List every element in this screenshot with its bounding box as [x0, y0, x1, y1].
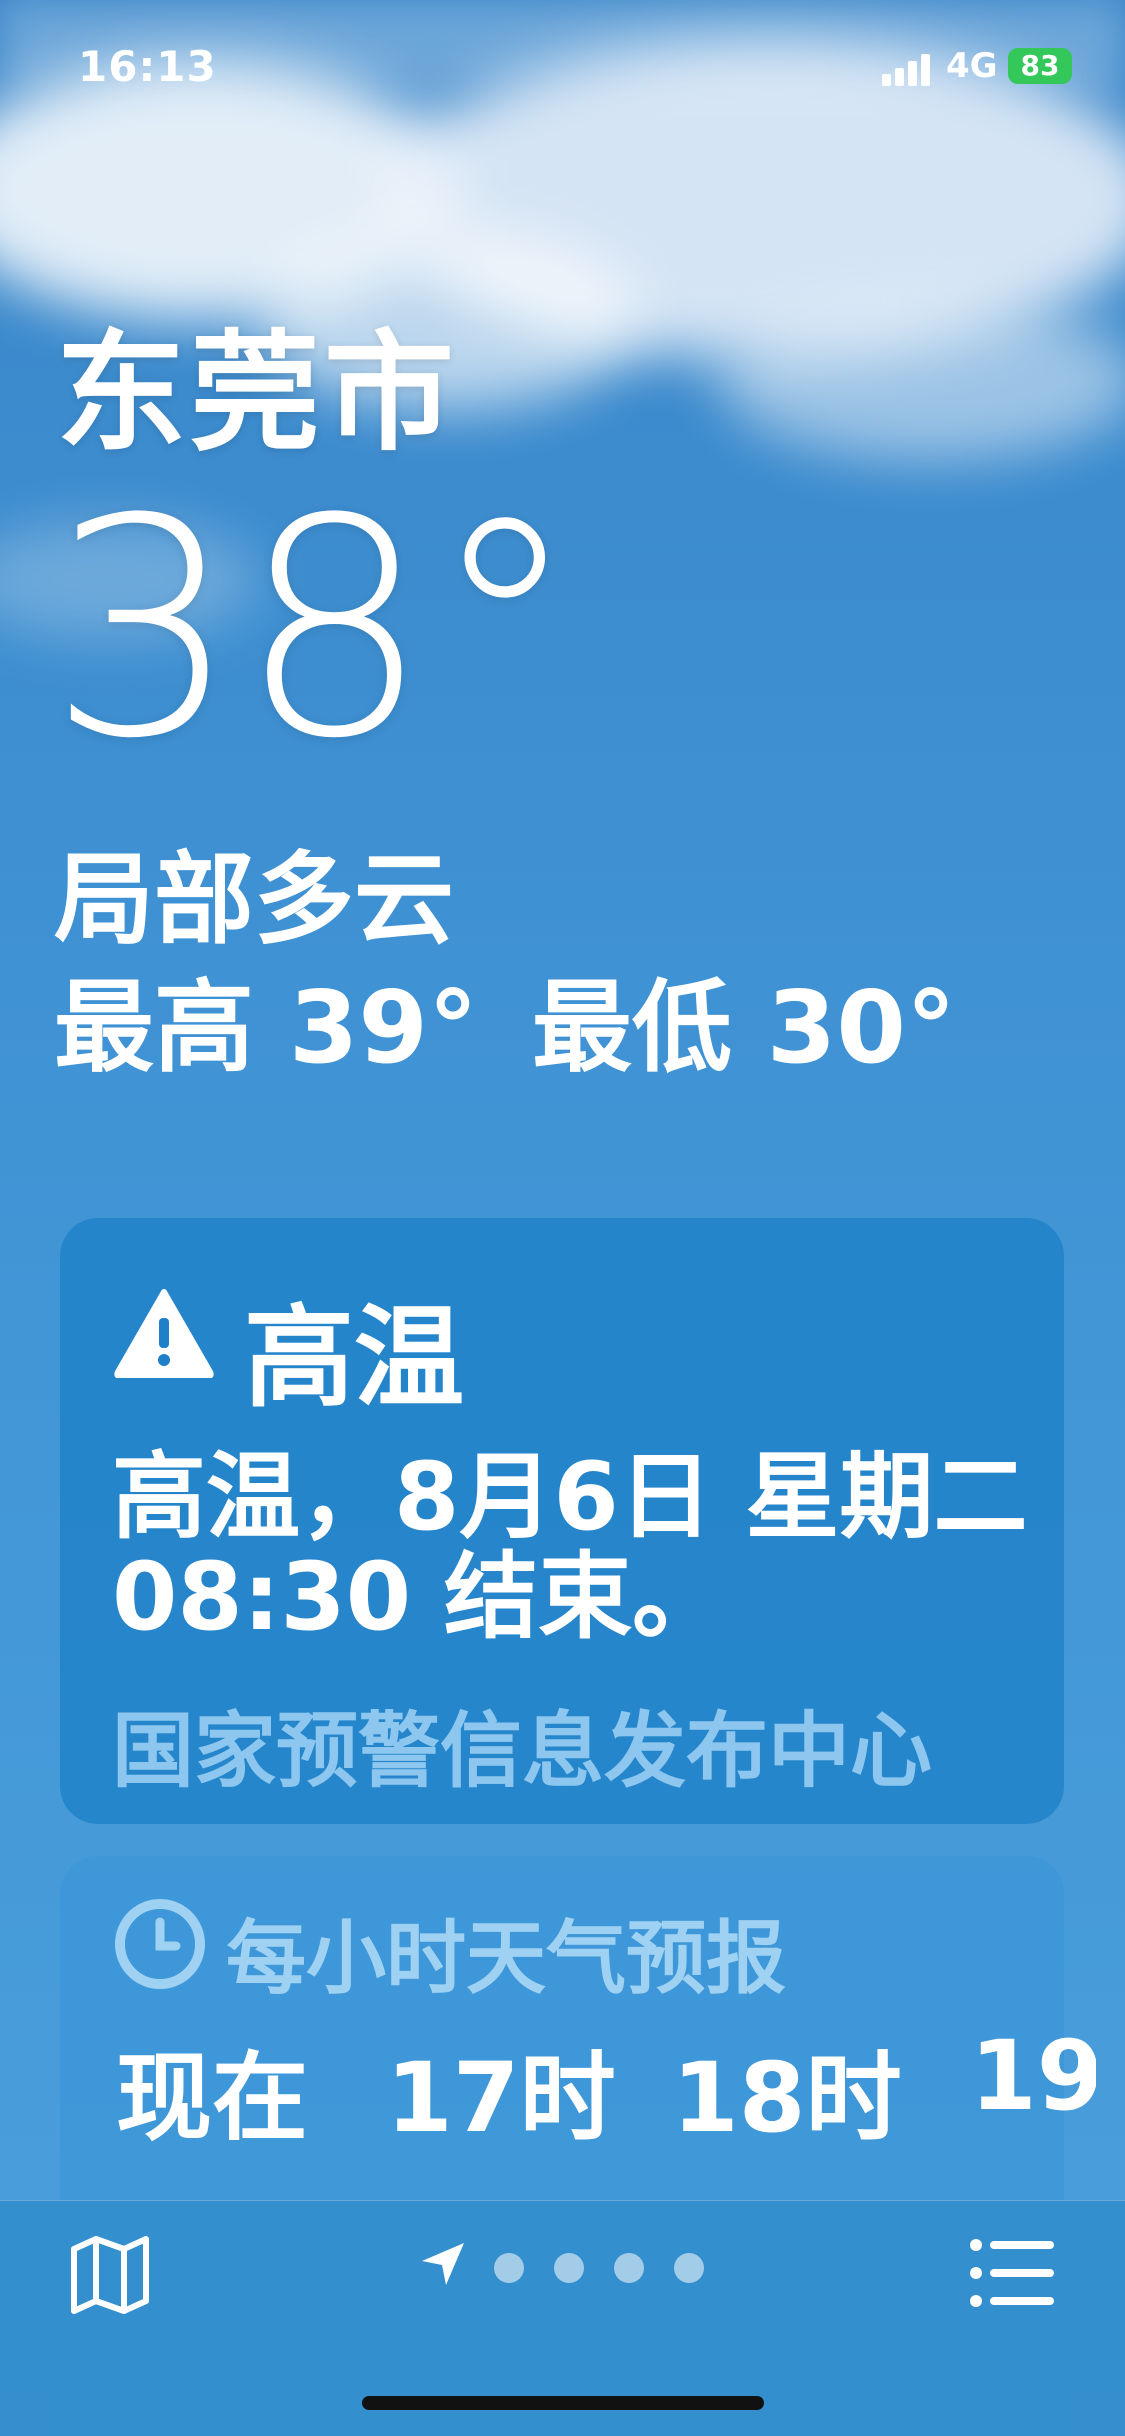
- warning-icon: [114, 1289, 214, 1378]
- alert-title: 高温: [244, 1294, 464, 1422]
- status-time: 16:13: [78, 42, 217, 91]
- cloud-layer: [720, 300, 1125, 460]
- page-dot[interactable]: [494, 2253, 524, 2283]
- cellular-signal-icon: [882, 52, 934, 86]
- location-arrow-icon[interactable]: [420, 2241, 466, 2287]
- low-temperature: 最低 30°: [531, 969, 956, 1086]
- city-name: 东莞市: [56, 317, 459, 469]
- network-type: 4G: [946, 46, 998, 86]
- alert-line: 高温，8月6日 星期二: [112, 1443, 1028, 1552]
- current-temperature: 38°: [48, 455, 580, 804]
- high-temperature: 最高 39°: [54, 969, 478, 1086]
- hour-label: 17时: [386, 2042, 616, 2154]
- severe-weather-alert-card[interactable]: 高温 高温，8月6日 星期二 08:30 结束。 国家预警信息发布中心: [60, 1218, 1064, 1824]
- home-indicator[interactable]: [362, 2396, 764, 2410]
- hour-label: 18时: [672, 2042, 902, 2154]
- page-dot[interactable]: [614, 2253, 644, 2283]
- hour-label: 19: [970, 2020, 1096, 2132]
- page-dot[interactable]: [554, 2253, 584, 2283]
- high-low-temperature: 最高 39° 最低 30°: [54, 946, 1010, 1091]
- list-icon[interactable]: [970, 2237, 1056, 2309]
- alert-line: 08:30 结束。: [112, 1543, 726, 1652]
- battery-indicator: 83: [1008, 48, 1072, 84]
- status-bar: 16:13 4G 83: [0, 0, 1125, 140]
- weather-screen: 16:13 4G 83 东莞市 38° 局部多云 最高 39° 最低 30° 高温…: [0, 0, 1125, 2436]
- map-icon[interactable]: [68, 2231, 152, 2315]
- weather-condition: 局部多云: [54, 841, 454, 958]
- hourly-forecast-row[interactable]: 现在 17时 18时 19: [116, 2020, 1096, 2160]
- hour-label: 现在: [116, 2042, 308, 2154]
- alert-source-link[interactable]: 国家预警信息发布中心: [112, 1684, 932, 1803]
- alert-description: 高温，8月6日 星期二 08:30 结束。: [112, 1448, 1032, 1648]
- clock-icon: [115, 1899, 205, 1989]
- page-dot[interactable]: [674, 2253, 704, 2283]
- hourly-forecast-title: 每小时天气预报: [226, 1912, 786, 2005]
